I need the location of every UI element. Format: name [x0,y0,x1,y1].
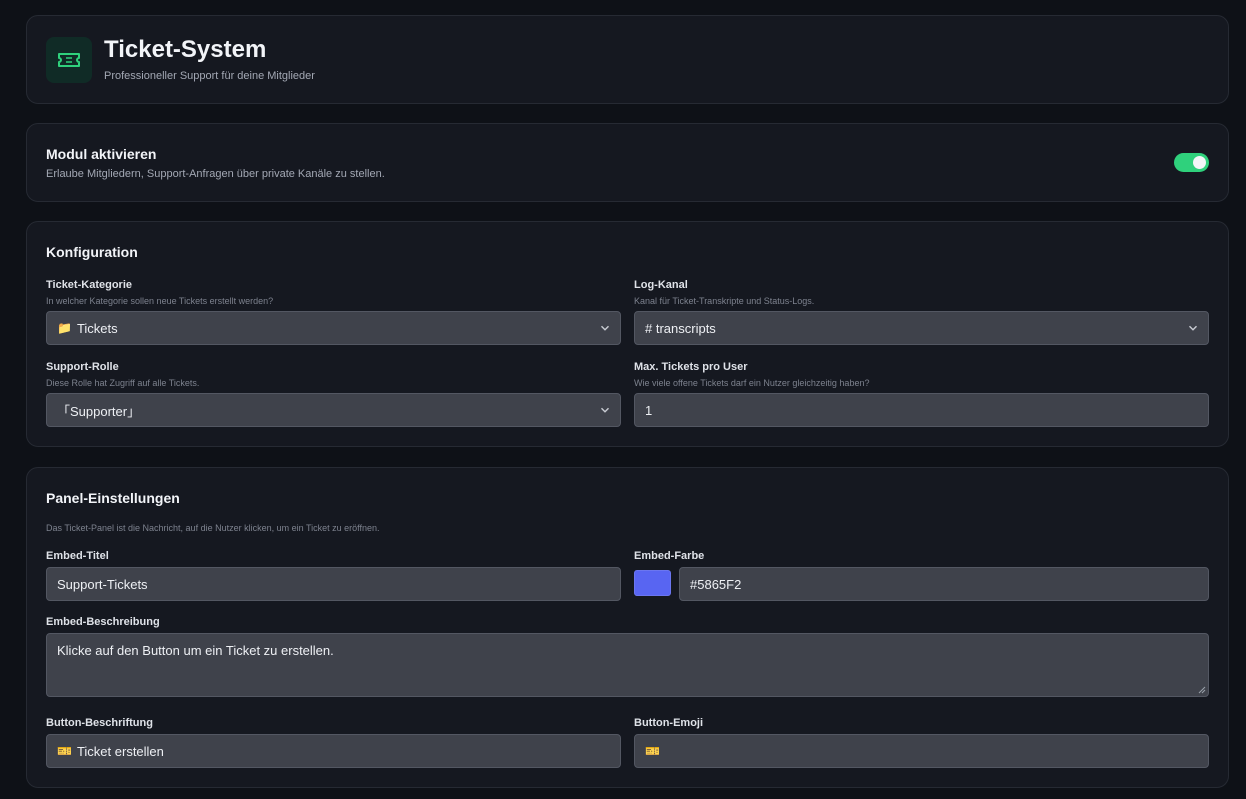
log-channel-hint: Kanal für Ticket-Transkripte und Status-… [634,296,815,306]
page-title: Ticket-System [104,36,267,63]
chevron-down-icon [600,407,610,413]
embed-color-label: Embed-Farbe [634,550,705,562]
config-card: Konfiguration Ticket-Kategorie In welche… [26,221,1229,447]
chevron-down-icon [600,325,610,331]
log-channel-label: Log-Kanal [634,279,688,291]
embed-description-value: Klicke auf den Button um ein Ticket zu e… [57,643,334,658]
embed-description-textarea[interactable]: Klicke auf den Button um ein Ticket zu e… [46,633,1209,697]
button-label-label: Button-Beschriftung [46,717,153,729]
module-description: Erlaube Mitgliedern, Support-Anfragen üb… [46,168,385,180]
ticket-category-select[interactable]: 📁 Tickets [46,311,621,345]
button-emoji-value: 🎫 [645,744,660,758]
embed-title-label: Embed-Titel [46,550,109,562]
support-role-label: Support-Rolle [46,361,119,373]
config-title: Konfiguration [46,244,138,260]
support-role-hint: Diese Rolle hat Zugriff auf alle Tickets… [46,378,200,388]
max-tickets-label: Max. Tickets pro User [634,361,748,373]
panel-description: Das Ticket-Panel ist die Nachricht, auf … [46,523,380,533]
max-tickets-value: 1 [645,402,653,418]
header-card: Ticket-System Professioneller Support fü… [26,15,1229,104]
button-label-input[interactable]: 🎫 Ticket erstellen [46,734,621,768]
module-toggle[interactable] [1174,153,1209,172]
embed-description-label: Embed-Beschreibung [46,616,160,628]
resize-handle-icon[interactable] [1198,686,1206,694]
embed-color-swatch[interactable] [634,570,671,596]
embed-color-value: #5865F2 [690,576,742,592]
ticket-category-label: Ticket-Kategorie [46,279,132,291]
module-title: Modul aktivieren [46,146,157,162]
log-channel-value: # transcripts [645,320,716,336]
ticket-category-value: Tickets [76,320,118,336]
embed-title-input[interactable]: Support-Tickets [46,567,621,601]
max-tickets-input[interactable]: 1 [634,393,1209,427]
toggle-knob [1193,156,1206,169]
ticket-emoji-icon: 🎫 [57,744,72,758]
button-emoji-label: Button-Emoji [634,717,704,729]
support-role-value: 「Supporter」 [57,403,141,419]
panel-title: Panel-Einstellungen [46,490,180,506]
ticket-icon [46,37,92,83]
module-card: Modul aktivieren Erlaube Mitgliedern, Su… [26,123,1229,202]
ticket-category-hint: In welcher Kategorie sollen neue Tickets… [46,296,274,306]
log-channel-select[interactable]: # transcripts [634,311,1209,345]
folder-icon: 📁 [57,321,72,335]
support-role-select[interactable]: 「Supporter」 [46,393,621,427]
panel-card: Panel-Einstellungen Das Ticket-Panel ist… [26,467,1229,788]
button-emoji-input[interactable]: 🎫 [634,734,1209,768]
embed-color-input[interactable]: #5865F2 [679,567,1209,601]
embed-title-value: Support-Tickets [57,576,148,592]
max-tickets-hint: Wie viele offene Tickets darf ein Nutzer… [634,378,870,388]
button-label-value: Ticket erstellen [76,743,164,759]
page-subtitle: Professioneller Support für deine Mitgli… [104,70,315,82]
chevron-down-icon [1188,325,1198,331]
